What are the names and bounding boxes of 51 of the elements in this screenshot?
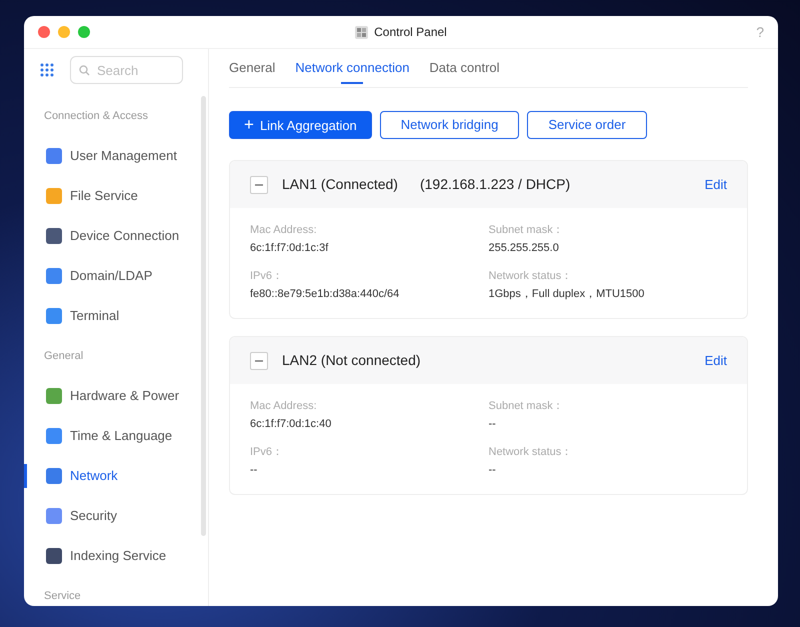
field-label: IPv6： — [250, 445, 284, 460]
section-heading: Service — [43, 588, 82, 604]
sidebar-item[interactable]: Domain/LDAP — [24, 256, 208, 296]
sidebar-item[interactable]: Time & Language — [24, 416, 208, 456]
sidebar-item[interactable]: Device Connection — [24, 216, 208, 256]
search-field[interactable]: Search — [70, 56, 183, 84]
section-heading: General — [43, 348, 84, 364]
field-label: Subnet mask： — [488, 223, 565, 238]
close-button[interactable] — [38, 26, 50, 38]
sidebar-item[interactable]: Indexing Service — [24, 536, 208, 576]
outline-button[interactable]: Service order — [527, 111, 647, 139]
interface-name: LAN1 (Connected) — [282, 175, 398, 194]
outline-button[interactable]: Network bridging — [380, 111, 520, 139]
sidebar-item[interactable]: Security — [24, 496, 208, 536]
tab[interactable]: General — [229, 49, 276, 87]
maximize-button[interactable] — [78, 26, 90, 38]
field-value: 6c:1f:f7:0d:1c:40 — [250, 417, 332, 432]
sidebar-item[interactable]: File Service — [24, 176, 208, 216]
scrollbar[interactable] — [201, 96, 206, 536]
field-label: Mac Address: — [250, 399, 318, 414]
sidebar-item[interactable]: Hardware & Power — [24, 376, 208, 416]
field-label: Network status： — [488, 445, 574, 460]
control-panel-icon — [355, 26, 368, 38]
field-value: 6c:1f:f7:0d:1c:3f — [250, 241, 330, 256]
section-heading: Connection & Access — [43, 108, 149, 124]
collapse-toggle[interactable] — [250, 352, 268, 370]
sidebar-item[interactable]: Network — [24, 456, 208, 496]
collapse-toggle[interactable] — [250, 176, 268, 194]
field-value: -- — [488, 463, 497, 478]
field-value: 255.255.255.0 — [488, 241, 560, 256]
sidebar-item[interactable]: Terminal — [24, 296, 208, 336]
primary-button[interactable]: + Link Aggregation — [229, 111, 372, 139]
field-label: Subnet mask： — [488, 399, 565, 414]
search-icon — [79, 65, 90, 76]
tab[interactable]: Network connection — [295, 49, 410, 87]
interface-name: LAN2 (Not connected) — [282, 351, 421, 370]
field-label: IPv6： — [250, 269, 284, 284]
field-value: 1Gbps，Full duplex，MTU1500 — [488, 287, 646, 302]
field-label: Mac Address: — [250, 223, 318, 238]
window-title: Control Panel — [374, 24, 447, 41]
tab[interactable]: Data control — [429, 49, 500, 87]
field-label: Network status： — [488, 269, 574, 284]
edit-link[interactable]: Edit — [704, 174, 727, 194]
field-value: -- — [250, 463, 258, 478]
field-value: -- — [488, 417, 497, 432]
apps-grid-icon[interactable] — [40, 63, 54, 77]
edit-link[interactable]: Edit — [704, 350, 727, 370]
minimize-button[interactable] — [58, 26, 70, 38]
interface-address: (192.168.1.223 / DHCP) — [420, 175, 570, 194]
field-value: fe80::8e79:5e1b:d38a:440c/64 — [250, 287, 400, 302]
sidebar-item[interactable]: User Management — [24, 136, 208, 176]
